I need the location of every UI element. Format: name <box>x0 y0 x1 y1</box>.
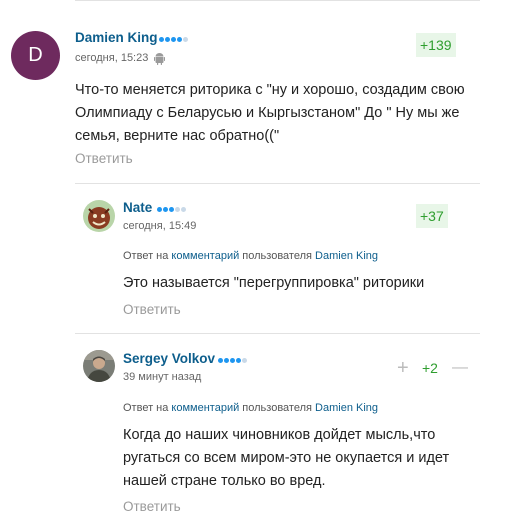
reply-to-comment-link[interactable]: комментарий <box>171 250 239 262</box>
reply-to-user-link[interactable]: Damien King <box>315 402 378 414</box>
reply-to-comment-link[interactable]: комментарий <box>171 402 239 414</box>
comment-damien-king: D Damien King сегодня, 15:23 +139 Что-то… <box>0 0 517 183</box>
comment-text: Что-то меняется риторика с "ну и хорошо,… <box>75 82 465 144</box>
avatar[interactable] <box>83 200 115 232</box>
reply-to-prefix: Ответ на <box>123 402 169 414</box>
reply-to-user-link[interactable]: Damien King <box>315 250 378 262</box>
reply-to-info: Ответ на комментарий пользователя Damien… <box>123 402 378 414</box>
comment-time: 39 минут назад <box>123 371 202 383</box>
avatar[interactable]: D <box>11 31 60 80</box>
comment-sergey-volkov: Sergey Volkov 39 минут назад + +2 — Отве… <box>0 333 517 522</box>
vote-down-button[interactable]: — <box>452 358 468 378</box>
avatar[interactable] <box>83 350 115 382</box>
comment-text: Это называется "перегруппировка" риторик… <box>123 275 425 291</box>
comment-author[interactable]: Damien King <box>75 30 158 45</box>
comment-author[interactable]: Sergey Volkov <box>123 351 215 366</box>
reply-to-info: Ответ на комментарий пользователя Damien… <box>123 250 378 262</box>
user-rating-dots <box>218 358 247 363</box>
user-rating-dots <box>157 207 186 212</box>
comment-score: +139 <box>416 33 456 57</box>
android-icon <box>154 52 165 70</box>
comment-time: сегодня, 15:23 <box>75 52 149 64</box>
reply-to-middle: пользователя <box>242 402 312 414</box>
reply-button[interactable]: Ответить <box>123 302 181 317</box>
reply-button[interactable]: Ответить <box>75 151 133 166</box>
reply-button[interactable]: Ответить <box>123 499 181 514</box>
comment-text: Когда до наших чиновников дойдет мысль,ч… <box>123 427 450 489</box>
reply-to-middle: пользователя <box>242 250 312 262</box>
comment-time: сегодня, 15:49 <box>123 220 197 232</box>
comment-score: +2 <box>422 360 438 376</box>
reply-to-prefix: Ответ на <box>123 250 169 262</box>
comment-nate: Nate сегодня, 15:49 +37 Ответ на коммент… <box>0 183 517 333</box>
comment-score: +37 <box>416 204 448 228</box>
comment-author[interactable]: Nate <box>123 200 152 215</box>
user-rating-dots <box>159 37 188 42</box>
vote-up-button[interactable]: + <box>397 358 409 378</box>
